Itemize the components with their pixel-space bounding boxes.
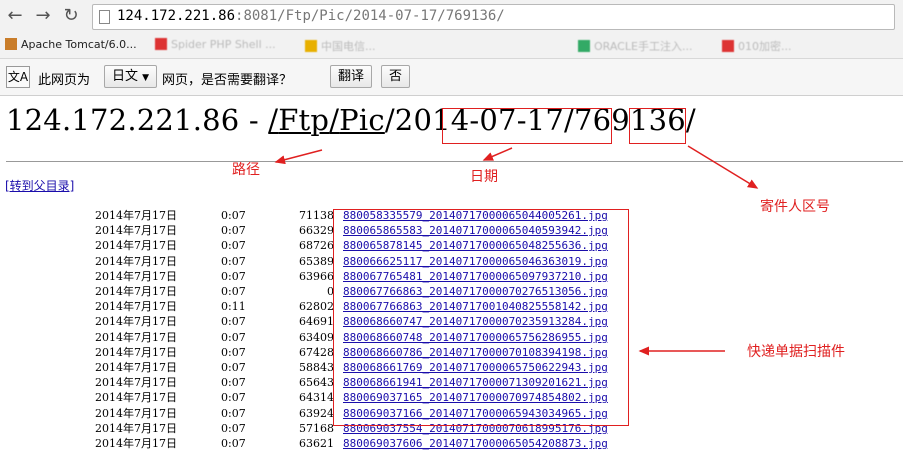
area-code-arrow xyxy=(687,145,759,189)
path-annotation: 路径 xyxy=(232,162,260,178)
scan-annotation: 快递单据扫描件 xyxy=(747,344,845,360)
annotation-arrows xyxy=(274,145,759,356)
date-annotation: 日期 xyxy=(470,169,498,185)
area-code-annotation: 寄件人区号 xyxy=(760,199,830,215)
date-arrow xyxy=(482,147,513,161)
path-arrow xyxy=(274,149,323,165)
